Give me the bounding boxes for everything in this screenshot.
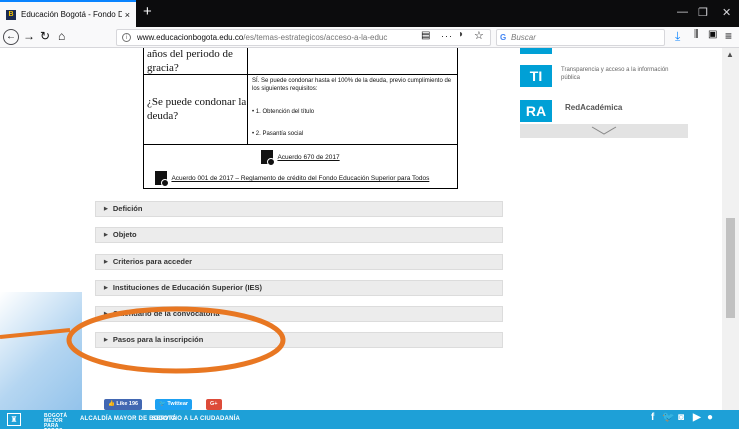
facebook-icon[interactable]: f (651, 412, 655, 423)
menu-icon[interactable]: ≡ (725, 29, 732, 43)
back-icon[interactable]: ← (3, 29, 19, 45)
document-icon (155, 171, 169, 187)
answer-intro: SÍ. Se puede condonar hasta el 100% de l… (252, 78, 452, 92)
sidebar-icon[interactable]: ▣ (708, 29, 717, 40)
accordion-label: Defición (112, 204, 143, 213)
library-icon[interactable]: ⫼ (694, 29, 699, 40)
chevron-down-icon[interactable] (520, 124, 688, 138)
navigation-bar: ← → ↻ ⌂ i www.educacionbogota.edu.co/es/… (0, 27, 739, 48)
tab-close-icon[interactable]: × (125, 10, 130, 20)
new-tab-button[interactable]: + (143, 3, 152, 20)
ra-badge[interactable]: RA (520, 100, 552, 122)
caret-right-icon: ▶ (104, 206, 108, 213)
acuerdo-670-link[interactable]: Acuerdo 670 de 2017 (277, 154, 339, 161)
site-favicon-icon: B (6, 9, 16, 20)
browser-tab[interactable]: B Educación Bogotá - Fondo Dist × (0, 0, 136, 27)
brand-logo-text: BOGOTÁ MEJOR PARA TODOS (44, 413, 68, 429)
footer-bar: ♜ BOGOTÁ MEJOR PARA TODOS ALCALDÍA MAYOR… (0, 410, 739, 429)
table-cell: años del periodo de gracia? (144, 48, 248, 74)
twitter-icon[interactable]: 🐦 (662, 412, 675, 423)
page-actions-icon[interactable]: ··· (441, 31, 453, 41)
acuerdo-001-link[interactable]: Acuerdo 001 de 2017 – Reglamento de créd… (171, 175, 429, 182)
scroll-up-icon[interactable]: ▲ (726, 50, 734, 59)
url-path: /es/temas-estrategicos/acceso-a-la-educ (243, 33, 388, 42)
answer-item: • 2. Pasantía social (252, 131, 304, 137)
download-icon[interactable]: ⤓ (675, 29, 680, 44)
accordion-item[interactable]: ▶ Defición (95, 201, 503, 217)
servicio-link[interactable]: SERVICIO A LA CIUDADANÍA (152, 416, 240, 422)
highlight-ring-annotation (0, 306, 286, 374)
sidebar-badge-top (520, 48, 552, 54)
scroll-thumb[interactable] (726, 218, 735, 318)
doc-entry: Acuerdo 001 de 2017 – Reglamento de créd… (155, 167, 429, 187)
ti-text[interactable]: Transparencia y acceso a la información … (561, 66, 689, 82)
document-icon (261, 150, 275, 166)
reader-icon[interactable]: ▤ (421, 30, 430, 41)
youtube-icon[interactable]: ▶ (693, 412, 701, 423)
maximize-icon[interactable]: ❐ (698, 6, 708, 19)
forward-icon[interactable]: → (23, 29, 35, 43)
google-icon: G (500, 33, 507, 42)
info-icon[interactable]: i (122, 33, 131, 42)
shield-icon: ♜ (7, 413, 21, 426)
gplus-button[interactable]: G+ (206, 399, 222, 410)
table-row: años del periodo de gracia? (143, 48, 458, 75)
facebook-like-button[interactable]: 👍 Like 196 (104, 399, 143, 410)
reload-icon[interactable]: ↻ (40, 29, 50, 43)
table-row: ¿Se puede condonar la deuda? SÍ. Se pued… (143, 75, 458, 145)
caret-right-icon: ▶ (104, 259, 108, 266)
doc-entry: Acuerdo 670 de 2017 (261, 146, 340, 166)
accordion-item[interactable]: ▶ Objeto (95, 227, 503, 243)
twitter-label: Twittear (167, 401, 189, 407)
question-text: años del periodo de gracia? (147, 48, 233, 74)
window-close-icon[interactable]: ✕ (722, 6, 731, 19)
minimize-icon[interactable]: — (677, 6, 688, 18)
tab-title: Educación Bogotá - Fondo Dist (21, 10, 122, 19)
instagram-icon[interactable]: ◙ (678, 412, 684, 423)
ra-text[interactable]: RedAcadémica (565, 104, 622, 112)
search-bar[interactable]: G Buscar (496, 29, 665, 46)
accordion-label: Criterios para acceder (112, 257, 193, 266)
page-scrollbar[interactable]: ▲ (722, 48, 739, 410)
table-cell: ¿Se puede condonar la deuda? (144, 75, 248, 144)
accordion-item[interactable]: ▶ Criterios para acceder (95, 254, 503, 270)
question-text: ¿Se puede condonar la deuda? (147, 96, 247, 122)
flickr-icon[interactable]: ● (707, 412, 713, 423)
like-label: Like 196 (116, 401, 139, 407)
pocket-icon[interactable]: ◗ (458, 29, 464, 40)
home-icon[interactable]: ⌂ (58, 29, 65, 43)
sidebar-expand-bar[interactable] (520, 124, 688, 138)
bookmark-star-icon[interactable]: ☆ (474, 29, 484, 42)
ti-badge[interactable]: TI (520, 65, 552, 87)
accordion-label: Objeto (112, 230, 137, 239)
answer-cell: SÍ. Se puede condonar hasta el 100% de l… (252, 77, 452, 138)
answer-item: • 1. Obtención del título (252, 109, 315, 115)
search-placeholder: Buscar (511, 33, 536, 42)
documents-row: Acuerdo 670 de 2017 Acuerdo 001 de 2017 … (143, 145, 458, 189)
url-domain: www.educacionbogota.edu.co (137, 33, 244, 42)
caret-right-icon: ▶ (104, 232, 108, 239)
tab-bar: B Educación Bogotá - Fondo Dist × + — ❐ … (0, 0, 739, 27)
url-bar[interactable]: i www.educacionbogota.edu.co/es/temas-es… (116, 29, 491, 46)
twitter-button[interactable]: 🐦 Twittear (155, 399, 193, 410)
